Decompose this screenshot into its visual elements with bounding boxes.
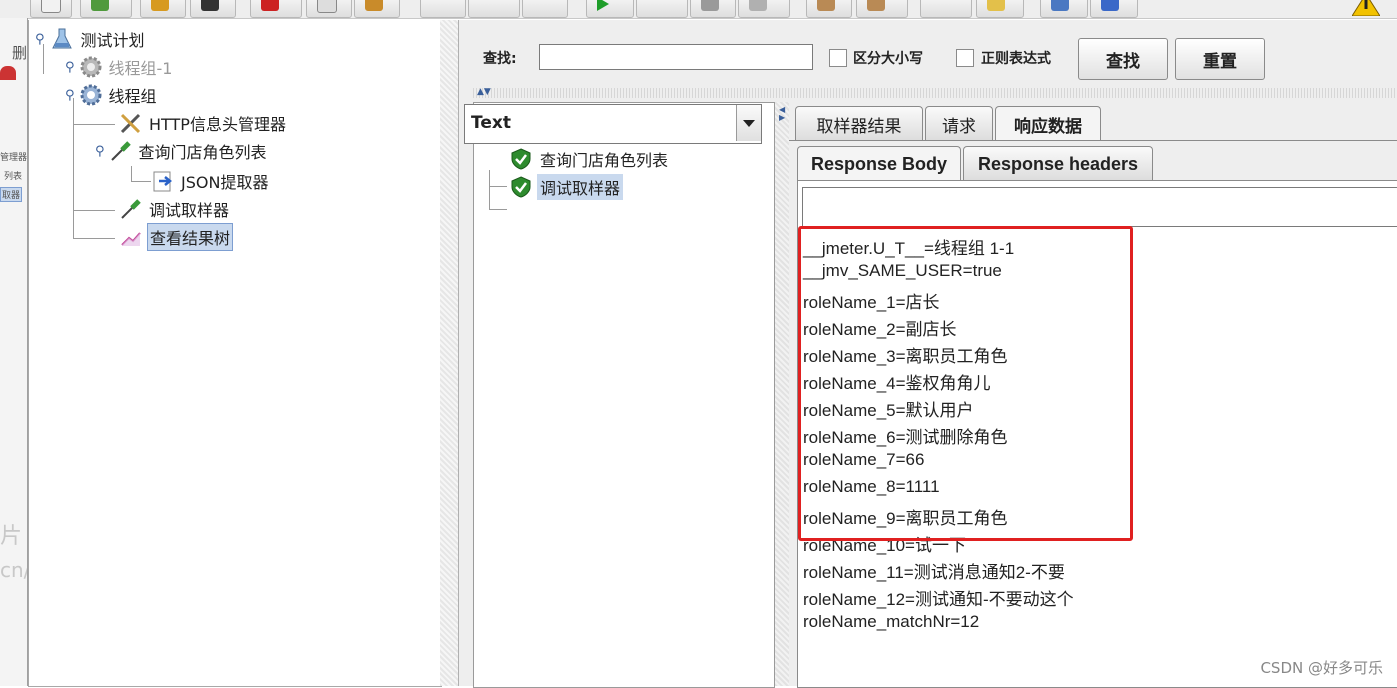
- new-plan-button[interactable]: [30, 0, 72, 18]
- tab-response-headers[interactable]: Response headers: [963, 146, 1153, 181]
- main-splitter[interactable]: [440, 20, 459, 686]
- vertical-splitter[interactable]: ◀ ▶: [775, 102, 789, 686]
- tab-response-body[interactable]: Response Body: [797, 146, 961, 181]
- strip-text: 管理器: [0, 153, 28, 163]
- tree-item[interactable]: 查看结果树: [119, 223, 234, 251]
- tree-item-label: JSON提取器: [181, 173, 269, 192]
- search-bar: 查找: 区分大小写 正则表达式 查找 重置: [473, 20, 1397, 86]
- tree-item[interactable]: ⚲ 线程组-1: [65, 54, 175, 80]
- dropdown-arrow-icon[interactable]: [736, 105, 761, 141]
- regex-checkbox[interactable]: [956, 49, 974, 67]
- strip-text: 取器: [0, 187, 23, 202]
- stop-button[interactable]: [690, 0, 736, 18]
- annotation-highlight-box: [798, 226, 1133, 541]
- reset-search-button[interactable]: [976, 0, 1024, 18]
- expand-handle-icon[interactable]: ⚲: [35, 32, 45, 47]
- copy-button[interactable]: [306, 0, 352, 18]
- templates-button[interactable]: [80, 0, 132, 18]
- tree-item-label: 查询门店角色列表: [138, 143, 267, 162]
- paste-button[interactable]: [354, 0, 400, 18]
- search-input[interactable]: [539, 44, 813, 70]
- clear-button[interactable]: [806, 0, 852, 18]
- shutdown-button[interactable]: [738, 0, 790, 18]
- tree-item[interactable]: HTTP信息头管理器: [119, 110, 288, 136]
- tab-sampler-result[interactable]: 取样器结果: [795, 106, 923, 141]
- collapse-arrows-icon[interactable]: ◀ ▶: [779, 106, 785, 122]
- regex-label: 正则表达式: [981, 51, 1051, 67]
- expand-button[interactable]: [420, 0, 466, 18]
- gear-icon: [79, 83, 103, 107]
- result-item-label: 查询门店角色列表: [540, 151, 669, 170]
- case-sensitive-checkbox[interactable]: [829, 49, 847, 67]
- case-sensitive-label: 区分大小写: [853, 51, 923, 67]
- test-plan-tree: ⚲ 测试计划 ⚲ 线程组-1 ⚲ 线程组 HTTP信息头管理器 ⚲ 查询门店角色…: [28, 20, 442, 687]
- tab-response-data[interactable]: 响应数据: [995, 106, 1101, 141]
- tree-item-label: 线程组-1: [108, 59, 173, 78]
- search-label: 查找:: [483, 51, 517, 67]
- test-plan-icon: [51, 27, 75, 51]
- response-line: roleName_matchNr=12: [803, 612, 980, 631]
- strip-text: cn/: [0, 558, 28, 582]
- warning-icon[interactable]: [1352, 0, 1380, 16]
- tree-item-label: 调试取样器: [149, 201, 230, 220]
- result-item[interactable]: 调试取样器: [509, 174, 624, 200]
- toggle-button[interactable]: [522, 0, 568, 18]
- start-no-pause-button[interactable]: [636, 0, 688, 18]
- open-button[interactable]: [140, 0, 186, 18]
- view-results-tree-panel: 查找: 区分大小写 正则表达式 查找 重置 ▲▼ Text 查询门店角色列表 调…: [459, 20, 1397, 688]
- pipette-icon: [109, 139, 133, 163]
- chart-icon: [119, 225, 143, 249]
- result-detail-panel: 取样器结果 请求 响应数据 Response Body Response hea…: [789, 102, 1397, 688]
- tree-item[interactable]: 调试取样器: [119, 196, 231, 222]
- expand-handle-icon[interactable]: ⚲: [95, 144, 105, 159]
- function-helper-button[interactable]: [1040, 0, 1088, 18]
- gear-icon: [79, 55, 103, 79]
- pipette-icon: [119, 197, 143, 221]
- left-cropped-panel: 删 管理器 列表 取器 片 cn/: [0, 18, 28, 686]
- collapse-button[interactable]: [468, 0, 520, 18]
- reset-button[interactable]: 重置: [1175, 38, 1265, 80]
- tree-item-label: HTTP信息头管理器: [149, 115, 286, 134]
- extractor-icon: [151, 169, 175, 193]
- expand-handle-icon[interactable]: ⚲: [65, 88, 75, 103]
- tree-item[interactable]: ⚲ 查询门店角色列表: [95, 138, 269, 164]
- cut-button[interactable]: [250, 0, 302, 18]
- tab-request[interactable]: 请求: [925, 106, 993, 141]
- response-body-area[interactable]: __jmeter.U_T__=线程组 1-1 __jmv_SAME_USER=t…: [797, 180, 1397, 688]
- strip-text: 列表: [4, 172, 23, 182]
- search-toolbar-button[interactable]: [920, 0, 972, 18]
- wrench-icon: [119, 111, 143, 135]
- tree-item[interactable]: ⚲ 测试计划: [35, 26, 147, 52]
- expand-handle-icon[interactable]: ⚲: [65, 60, 75, 75]
- start-button[interactable]: [586, 0, 634, 18]
- response-line: roleName_12=测试通知-不要动这个: [803, 590, 1074, 609]
- success-shield-icon: [509, 175, 533, 199]
- success-shield-icon: [509, 147, 533, 171]
- main-toolbar: [0, 0, 1397, 19]
- help-button[interactable]: [1090, 0, 1138, 18]
- horizontal-splitter[interactable]: ▲▼: [473, 87, 1397, 98]
- find-button[interactable]: 查找: [1078, 38, 1168, 80]
- strip-red-icon: [0, 66, 16, 80]
- strip-text: 删: [12, 44, 28, 62]
- renderer-select[interactable]: Text: [464, 104, 762, 144]
- tree-item-label: 查看结果树: [147, 223, 234, 251]
- renderer-value: Text: [471, 113, 511, 133]
- tree-item-label: 测试计划: [80, 31, 145, 50]
- collapse-arrows-icon[interactable]: ▲▼: [477, 87, 491, 97]
- result-item-label: 调试取样器: [537, 174, 624, 200]
- strip-text: 片: [0, 524, 23, 549]
- tree-item[interactable]: ⚲ 线程组: [65, 82, 159, 108]
- result-item[interactable]: 查询门店角色列表: [509, 146, 671, 172]
- response-search-input[interactable]: [802, 187, 1397, 227]
- response-line: roleName_11=测试消息通知2-不要: [803, 563, 1065, 582]
- save-button[interactable]: [190, 0, 236, 18]
- tree-item-label: 线程组: [108, 87, 157, 106]
- clear-all-button[interactable]: [856, 0, 908, 18]
- watermark: CSDN @好多可乐: [1260, 659, 1383, 677]
- tree-item[interactable]: JSON提取器: [151, 168, 270, 194]
